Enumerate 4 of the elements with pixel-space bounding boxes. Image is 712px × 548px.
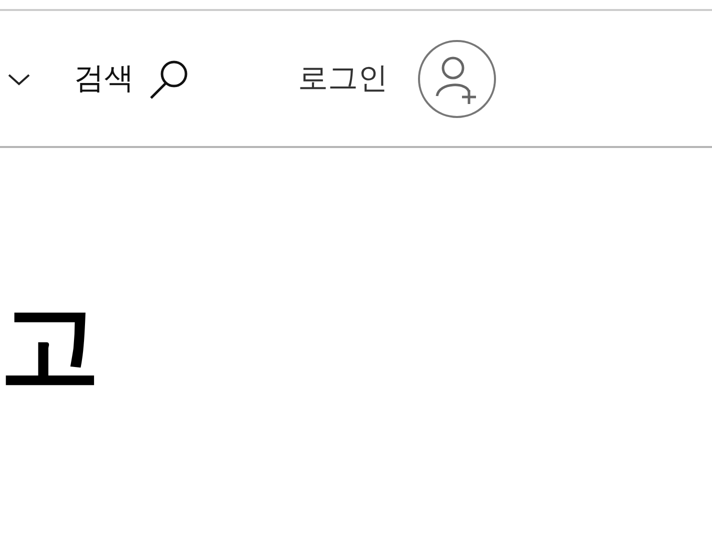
page-heading: 고 — [0, 296, 101, 396]
login-link[interactable]: 로그인 — [298, 58, 388, 99]
search-button[interactable]: 검색 — [74, 58, 190, 100]
add-user-icon[interactable] — [418, 40, 496, 118]
